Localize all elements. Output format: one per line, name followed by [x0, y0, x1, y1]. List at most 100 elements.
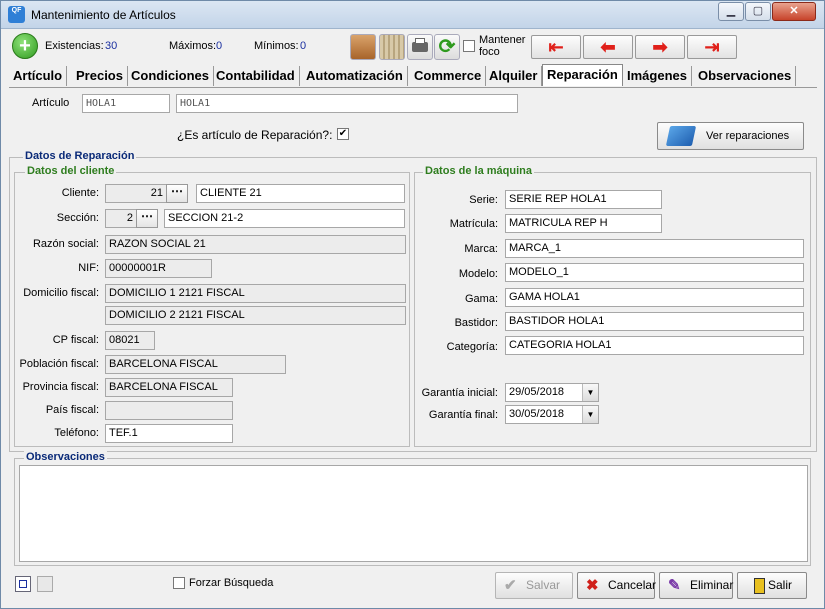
seccion-name-field[interactable]: SECCION 21-2	[164, 209, 405, 228]
seccion-code-field[interactable]: 2	[105, 209, 137, 228]
garantia-inicial-value: 29/05/2018	[509, 386, 565, 398]
telefono-field[interactable]: TEF.1	[105, 424, 233, 443]
cliente-code-field[interactable]: 21	[105, 184, 167, 203]
eraser-icon: ✎	[668, 577, 681, 594]
maximos-value: 0	[216, 40, 223, 52]
garantia-inicial-date[interactable]: 29/05/2018 ▼	[505, 383, 599, 402]
mantener-foco-checkbox[interactable]	[463, 40, 475, 52]
nav-prev-button[interactable]: ⬅	[583, 35, 633, 59]
matricula-label: Matrícula:	[449, 218, 498, 230]
chevron-down-icon[interactable]: ▼	[582, 406, 598, 423]
pais-fiscal-label: País fiscal:	[45, 404, 99, 416]
reparacion-question-label: ¿Es artículo de Reparación?:	[177, 128, 333, 142]
provincia-fiscal-label: Provincia fiscal:	[22, 381, 99, 393]
chevron-down-icon[interactable]: ▼	[582, 384, 598, 401]
existencias-value: 30	[105, 40, 118, 52]
reparacion-checkbox[interactable]: ✔	[337, 128, 349, 140]
salvar-button[interactable]: ✔ Salvar	[495, 572, 573, 599]
eliminar-button[interactable]: ✎ Eliminar	[659, 572, 733, 599]
tab-imagenes[interactable]: Imágenes	[623, 66, 692, 86]
modelo-field[interactable]: MODELO_1	[505, 263, 804, 282]
add-icon[interactable]: +	[12, 33, 38, 59]
ver-reparaciones-button[interactable]: Ver reparaciones	[657, 122, 804, 150]
ver-reparaciones-label: Ver reparaciones	[706, 130, 790, 142]
domicilio2-field: DOMICILIO 2 2121 FISCAL	[105, 306, 406, 325]
refresh-icon[interactable]: ⟳	[434, 34, 460, 60]
garantia-final-date[interactable]: 30/05/2018 ▼	[505, 405, 599, 424]
maximize-button[interactable]: ▢	[745, 2, 771, 21]
cancel-x-icon: ✖	[586, 577, 599, 594]
minimos-label: Mínimos:	[254, 40, 299, 52]
matricula-field[interactable]: MATRICULA REP H	[505, 214, 662, 233]
telefono-label: Teléfono:	[54, 427, 99, 439]
razon-social-field: RAZON SOCIAL 21	[105, 235, 406, 254]
minimize-button[interactable]: ▁	[718, 2, 744, 21]
bastidor-field[interactable]: BASTIDOR HOLA1	[505, 312, 804, 331]
tab-articulo[interactable]: Artículo	[9, 66, 68, 86]
seccion-label: Sección:	[56, 212, 99, 224]
tab-precios[interactable]: Precios	[72, 66, 128, 86]
categoria-label: Categoría:	[446, 341, 498, 353]
observaciones-textarea[interactable]	[19, 465, 808, 562]
tab-commerce[interactable]: Commerce	[410, 66, 487, 86]
forzar-busqueda-checkbox[interactable]	[173, 577, 185, 589]
close-button[interactable]: ✕	[772, 2, 816, 21]
tab-divider	[9, 87, 817, 88]
marca-label: Marca:	[464, 243, 498, 255]
exit-door-icon	[754, 578, 765, 594]
minimos-value: 0	[300, 40, 307, 52]
domicilio1-field: DOMICILIO 1 2121 FISCAL	[105, 284, 406, 303]
tab-observaciones[interactable]: Observaciones	[694, 66, 797, 86]
printer-paper	[415, 38, 425, 44]
nav-next-button[interactable]: ➡	[635, 35, 685, 59]
main-window: QF Mantenimiento de Artículos ▁ ▢ ✕ + Ex…	[0, 0, 825, 609]
cliente-name-field[interactable]: CLIENTE 21	[196, 184, 405, 203]
articulo-code-field[interactable]: HOLA1	[82, 94, 170, 113]
datos-cliente-title: Datos del cliente	[25, 165, 117, 177]
seccion-lookup-button[interactable]: ⋯	[136, 209, 158, 228]
poblacion-fiscal-label: Población fiscal:	[19, 358, 100, 370]
forzar-busqueda-label: Forzar Búsqueda	[189, 577, 274, 589]
datos-reparacion-title: Datos de Reparación	[23, 150, 137, 162]
nav-first-button[interactable]: ⇤	[531, 35, 581, 59]
tab-contabilidad[interactable]: Contabilidad	[212, 66, 300, 86]
cp-fiscal-label: CP fiscal:	[52, 334, 99, 346]
salir-button[interactable]: Salir	[737, 572, 807, 599]
laptop-icon	[665, 126, 697, 146]
copy-icon[interactable]	[15, 576, 31, 592]
articulo-description-field[interactable]: HOLA1	[176, 94, 518, 113]
app-logo-icon: QF	[8, 6, 25, 23]
cp-fiscal-field: 08021	[105, 331, 155, 350]
eliminar-label: Eliminar	[690, 578, 734, 592]
pais-fiscal-field	[105, 401, 233, 420]
categoria-field[interactable]: CATEGORIA HOLA1	[505, 336, 804, 355]
cancelar-button[interactable]: ✖ Cancelar	[577, 572, 656, 599]
boxes-icon[interactable]	[350, 34, 376, 60]
maximos-label: Máximos:	[169, 40, 217, 52]
tab-alquiler[interactable]: Alquiler	[485, 66, 543, 86]
cliente-lookup-button[interactable]: ⋯	[166, 184, 188, 203]
provincia-fiscal-field: BARCELONA FISCAL	[105, 378, 233, 397]
nav-last-button[interactable]: ⇥	[687, 35, 737, 59]
tab-condiciones[interactable]: Condiciones	[127, 66, 215, 86]
serie-field[interactable]: SERIE REP HOLA1	[505, 190, 662, 209]
nif-label: NIF:	[78, 262, 99, 274]
articulo-label: Artículo	[32, 97, 70, 109]
title-bar: QF Mantenimiento de Artículos ▁ ▢ ✕	[1, 1, 824, 29]
garantia-final-value: 30/05/2018	[509, 408, 565, 420]
gama-label: Gama:	[464, 293, 498, 305]
marca-field[interactable]: MARCA_1	[505, 239, 804, 258]
salir-label: Salir	[768, 578, 793, 592]
salvar-label: Salvar	[526, 578, 561, 592]
cliente-label: Cliente:	[61, 187, 99, 199]
existencias-label: Existencias:	[45, 40, 104, 52]
gama-field[interactable]: GAMA HOLA1	[505, 288, 804, 307]
modelo-label: Modelo:	[458, 268, 498, 280]
tab-reparacion[interactable]: Reparación	[542, 64, 623, 86]
printer-icon[interactable]	[407, 34, 433, 60]
tab-automatizacion[interactable]: Automatización	[302, 66, 408, 86]
observaciones-title: Observaciones	[24, 451, 107, 463]
wood-planks-icon[interactable]	[379, 34, 405, 60]
mantener-foco-label: Mantener foco	[479, 34, 526, 58]
paste-icon[interactable]	[37, 576, 53, 592]
